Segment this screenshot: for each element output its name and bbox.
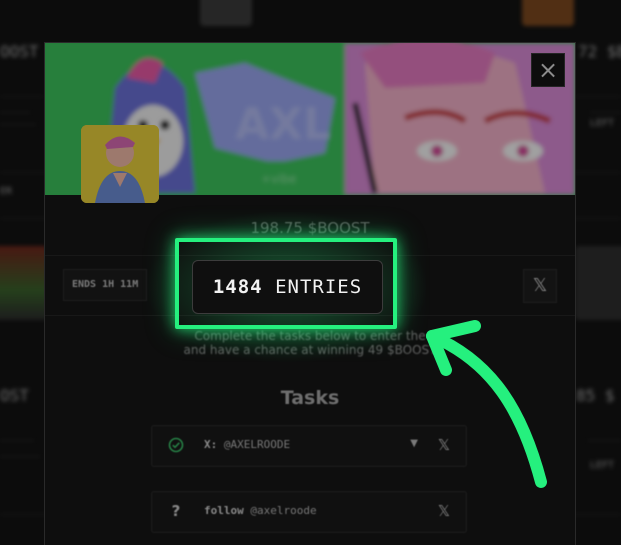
creator-avatar[interactable] [81,125,159,203]
bg-prize-right: 72 $B [578,42,621,61]
tasks-heading: Tasks [280,387,340,409]
description-line-1: Complete the tasks below to enter the [194,329,426,343]
screen: OOST 72 $B LEFT ER OST 85 $ LEFT [0,0,621,545]
avatar-image [81,125,159,203]
task-prefix: follow [204,504,244,517]
bg-prize-right-2: 85 $ [576,386,615,405]
ends-timer: ENDS 1H 11M [63,269,148,301]
task-prefix: X: [204,438,218,451]
check-circle-icon [168,437,184,453]
close-button[interactable]: × [531,53,565,87]
task-x-icon[interactable]: 𝕏 [438,436,450,454]
banner-sub-text: +vibe [261,172,297,186]
bg-thumbnail-left-2 [0,246,48,320]
banner-logo-text: AXL [235,99,331,150]
task-label: follow @axelroode [204,504,317,517]
bg-left-label: LEFT [590,118,615,129]
task-label: X: @AXELROODE [204,438,290,451]
entries-counter[interactable]: 1484 ENTRIES [192,260,383,314]
task-handle: @axelroode [250,504,317,517]
task-handle: @AXELROODE [223,438,291,451]
bg-thumbnail-left [200,0,252,26]
entries-count: 1484 [212,276,263,298]
prize-amount: 198.75 $BOOST [250,219,370,237]
bg-right-label-2: LEFT [590,460,615,471]
entries-label: ENTRIES [275,276,363,298]
bg-prize-left-2: OST [0,386,29,405]
question-icon: ? [171,502,181,520]
bg-thumbnail-right [522,0,574,26]
bg-thumbnail-right-2 [575,246,621,320]
bg-prize-left: OOST [0,42,39,61]
chevron-down-icon[interactable]: ▼ [410,438,418,449]
task-row[interactable]: X: @AXELROODE ▼ 𝕏 [151,425,467,467]
task-row[interactable]: ? follow @axelroode 𝕏 [151,491,467,533]
share-x-button[interactable]: 𝕏 [523,269,557,303]
giveaway-description: Complete the tasks below to enter the an… [45,329,575,357]
task-x-icon[interactable]: 𝕏 [438,502,450,520]
description-line-2: and have a chance at winning 49 $BOOST [183,343,437,357]
bg-side-label: ER [0,186,13,197]
